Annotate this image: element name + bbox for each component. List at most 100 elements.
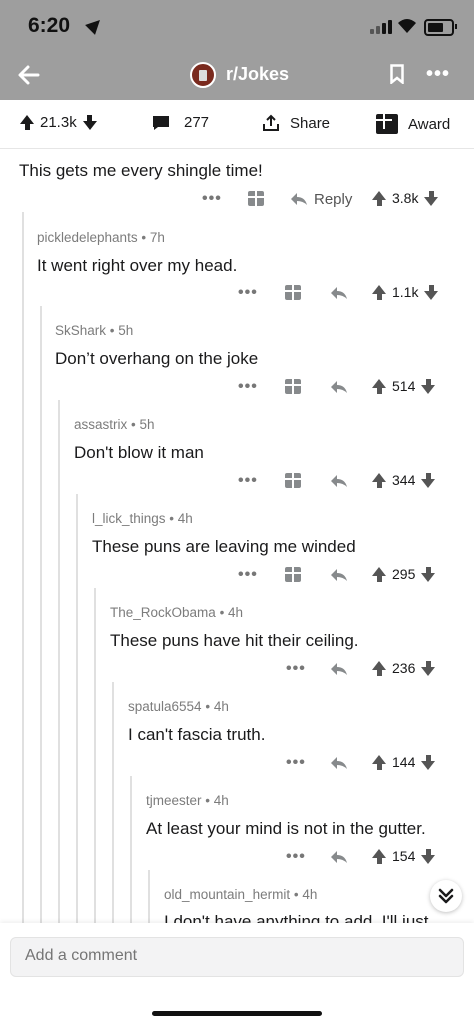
thread-line[interactable] xyxy=(40,306,42,923)
comment-vote: 295 xyxy=(372,566,436,582)
downvote-icon[interactable] xyxy=(421,472,436,488)
comment-meta[interactable]: assastrix • 5h xyxy=(74,417,155,432)
upvote-icon[interactable] xyxy=(372,566,386,582)
reply-icon[interactable] xyxy=(330,662,348,676)
comment-age: 4h xyxy=(228,605,244,620)
downvote-icon[interactable] xyxy=(421,378,436,394)
comment-meta[interactable]: pickledelephants • 7h xyxy=(37,230,165,245)
comment-author[interactable]: old_mountain_hermit xyxy=(164,887,290,902)
award-icon[interactable] xyxy=(248,191,264,206)
downvote-icon[interactable] xyxy=(424,190,439,206)
thread-line[interactable] xyxy=(94,588,96,923)
thread-line[interactable] xyxy=(148,870,150,923)
comment-vote: 514 xyxy=(372,378,436,394)
comment-meta[interactable]: SkShark • 5h xyxy=(55,323,133,338)
comments-count-label: 277 xyxy=(184,114,210,131)
comment-more-icon[interactable]: ••• xyxy=(238,378,258,396)
downvote-icon[interactable] xyxy=(424,284,439,300)
comment-score: 3.8k xyxy=(392,190,419,206)
comment-meta[interactable]: The_RockObama • 4h xyxy=(110,605,243,620)
comment-vote: 144 xyxy=(372,754,436,770)
award-button[interactable]: Award xyxy=(376,114,450,134)
comment-vote: 154 xyxy=(372,848,436,864)
next-comment-button[interactable] xyxy=(430,880,462,912)
upvote-icon[interactable] xyxy=(372,284,386,300)
add-comment-box[interactable] xyxy=(10,937,464,977)
award-icon[interactable] xyxy=(285,285,301,300)
thread-line[interactable] xyxy=(22,212,24,923)
award-icon[interactable] xyxy=(285,567,301,582)
share-button[interactable]: Share xyxy=(262,114,330,132)
award-icon[interactable] xyxy=(285,379,301,394)
comment-author[interactable]: spatula6554 xyxy=(128,699,202,714)
comment-age: 4h xyxy=(177,511,193,526)
thread-line[interactable] xyxy=(130,776,132,923)
reply-icon[interactable] xyxy=(330,756,348,770)
comment-body: I can't fascia truth. xyxy=(128,725,266,744)
subreddit-name[interactable]: r/Jokes xyxy=(226,64,289,85)
comment-body: These puns are leaving me winded xyxy=(92,537,356,556)
comment-composer-bar xyxy=(0,923,474,1025)
comment-more-icon[interactable]: ••• xyxy=(238,566,258,584)
comment-author[interactable]: l_lick_things xyxy=(92,511,166,526)
award-icon[interactable] xyxy=(285,473,301,488)
downvote-icon[interactable] xyxy=(421,848,436,864)
downvote-icon[interactable] xyxy=(421,566,436,582)
reply-icon[interactable] xyxy=(330,474,348,488)
comment-more-icon[interactable]: ••• xyxy=(286,848,306,866)
home-indicator[interactable] xyxy=(152,1011,322,1016)
upvote-icon[interactable] xyxy=(372,190,386,206)
comment-score: 295 xyxy=(392,566,416,582)
comment-author[interactable]: The_RockObama xyxy=(110,605,216,620)
comment-more-icon[interactable]: ••• xyxy=(238,472,258,490)
comment-age: 7h xyxy=(149,230,165,245)
reply-icon[interactable] xyxy=(330,568,348,582)
comment-author[interactable]: pickledelephants xyxy=(37,230,138,245)
comment-icon xyxy=(153,115,169,130)
reply-icon[interactable] xyxy=(330,286,348,300)
upvote-icon[interactable] xyxy=(372,660,386,676)
thread-line[interactable] xyxy=(76,494,78,923)
upvote-icon[interactable] xyxy=(372,378,386,394)
comment-age: 4h xyxy=(213,699,229,714)
thread-line[interactable] xyxy=(58,400,60,923)
comment-age: 4h xyxy=(302,887,318,902)
downvote-icon[interactable] xyxy=(421,660,436,676)
comment-meta[interactable]: tjmeester • 4h xyxy=(146,793,229,808)
comment-meta[interactable]: old_mountain_hermit • 4h xyxy=(164,887,317,902)
comment-more-icon[interactable]: ••• xyxy=(286,754,306,772)
more-options-icon[interactable]: ••• xyxy=(426,63,450,86)
thread-line[interactable] xyxy=(112,682,114,923)
reply-button[interactable]: Reply xyxy=(290,187,352,211)
reply-icon[interactable] xyxy=(330,850,348,864)
comment-age: 5h xyxy=(139,417,155,432)
comment-more-icon[interactable]: ••• xyxy=(202,190,222,208)
comment-author[interactable]: tjmeester xyxy=(146,793,202,808)
comment-more-icon[interactable]: ••• xyxy=(286,660,306,678)
bookmark-icon[interactable] xyxy=(390,64,404,84)
location-icon xyxy=(85,15,105,35)
comment-more-icon[interactable]: ••• xyxy=(238,284,258,302)
upvote-icon[interactable] xyxy=(20,115,34,130)
reply-icon[interactable] xyxy=(330,380,348,394)
comment-score: 154 xyxy=(392,848,416,864)
comment-score: 1.1k xyxy=(392,284,419,300)
comment-author[interactable]: assastrix xyxy=(74,417,127,432)
comment-body: Don't blow it man xyxy=(74,443,204,462)
comment-author[interactable]: SkShark xyxy=(55,323,106,338)
downvote-icon[interactable] xyxy=(82,115,97,130)
upvote-icon[interactable] xyxy=(372,754,386,770)
subreddit-avatar[interactable] xyxy=(190,62,216,88)
add-comment-input[interactable] xyxy=(23,946,447,966)
upvote-icon[interactable] xyxy=(372,472,386,488)
comments-count[interactable]: 277 xyxy=(152,114,209,131)
battery-icon xyxy=(424,19,457,36)
comment-meta[interactable]: spatula6554 • 4h xyxy=(128,699,229,714)
comment-body: At least your mind is not in the gutter. xyxy=(146,819,426,838)
comment-score: 236 xyxy=(392,660,416,676)
comment-score: 144 xyxy=(392,754,416,770)
downvote-icon[interactable] xyxy=(421,754,436,770)
upvote-icon[interactable] xyxy=(372,848,386,864)
comment-meta[interactable]: l_lick_things • 4h xyxy=(92,511,193,526)
back-arrow-icon[interactable] xyxy=(16,62,42,88)
